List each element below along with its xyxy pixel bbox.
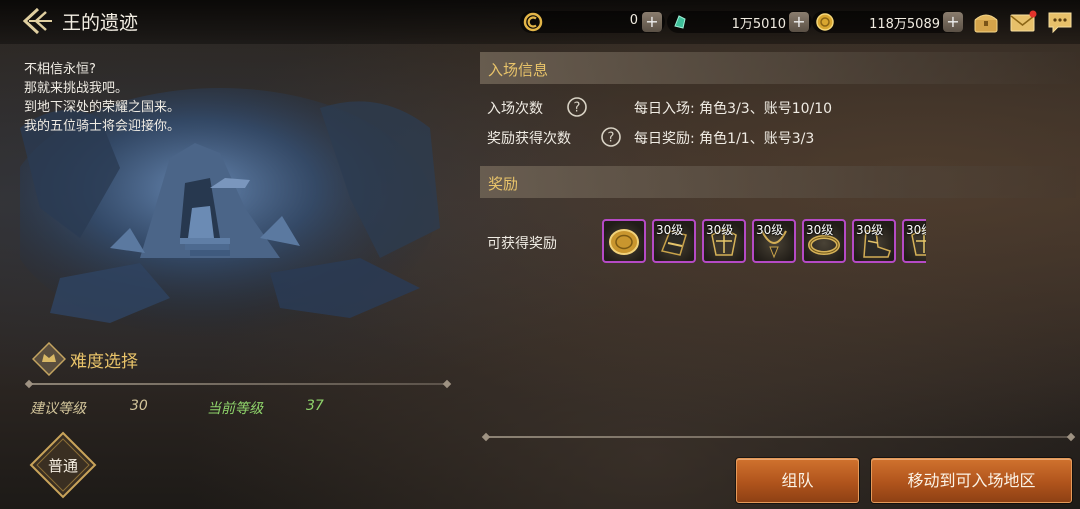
currency-c-coin-value: 0 xyxy=(629,13,638,28)
rewards-title: 奖励 xyxy=(488,175,519,193)
rewards-header xyxy=(480,166,1076,198)
reward-level: 30级 xyxy=(656,223,684,237)
green-gem-icon xyxy=(670,12,690,32)
difficulty-emblem-icon xyxy=(32,342,66,376)
entry-info-title: 入场信息 xyxy=(488,61,549,79)
team-button[interactable]: 组队 xyxy=(736,458,859,503)
entry-info-header xyxy=(480,52,1076,84)
reward-list: 30级 30级 30级 30级 30级 30级 xyxy=(602,219,926,265)
reward-item[interactable]: 30级 xyxy=(852,219,896,263)
divider xyxy=(28,383,448,385)
story-line: 我的五位骑士将会迎接你。 xyxy=(24,119,181,134)
reward-count-value: 每日奖励: 角色1/1、账号3/3 xyxy=(634,131,815,147)
add-gem-button[interactable]: + xyxy=(789,12,809,32)
reward-level: 30级 xyxy=(706,223,734,237)
back-arrow-icon[interactable] xyxy=(20,6,54,36)
currency-gem-value: 1万5010 xyxy=(731,17,786,32)
entry-count-label: 入场次数 xyxy=(487,101,543,117)
current-level-label: 当前等级 xyxy=(207,401,263,417)
recommended-level-label: 建议等级 xyxy=(30,401,86,417)
story-line: 那就来挑战我吧。 xyxy=(24,81,129,96)
reward-level: 30级 xyxy=(756,223,784,237)
move-to-entry-area-button[interactable]: 移动到可入场地区 xyxy=(871,458,1072,503)
story-line: 不相信永恒? xyxy=(24,62,96,77)
reward-item[interactable]: 30级 xyxy=(802,219,846,263)
reward-level: 30级 xyxy=(806,223,834,237)
recommended-level-value: 30 xyxy=(130,398,148,414)
reward-level: 30级 xyxy=(856,223,884,237)
mail-icon[interactable] xyxy=(1009,9,1037,35)
reward-count-label: 奖励获得次数 xyxy=(487,131,571,147)
reward-item[interactable]: 30级 xyxy=(902,219,926,263)
difficulty-mode-label: 普通 xyxy=(47,457,78,475)
entry-count-value: 每日入场: 角色3/3、账号10/10 xyxy=(634,101,833,117)
divider xyxy=(485,436,1072,438)
gold-coin-icon xyxy=(815,12,835,32)
svg-text:?: ? xyxy=(574,101,581,116)
add-gold-button[interactable]: + xyxy=(943,12,963,32)
treasure-chest-icon[interactable] xyxy=(972,9,1000,35)
question-mark-icon[interactable]: ? xyxy=(600,126,622,148)
available-rewards-label: 可获得奖励 xyxy=(487,236,557,252)
reward-item[interactable]: 30级 xyxy=(752,219,796,263)
gold-c-coin-icon xyxy=(523,12,543,32)
currency-gold-value: 118万5089 xyxy=(869,17,940,32)
svg-text:?: ? xyxy=(608,131,615,146)
current-level-value: 37 xyxy=(306,398,324,414)
difficulty-title: 难度选择 xyxy=(70,352,138,372)
story-line: 到地下深处的荣耀之国来。 xyxy=(24,100,181,115)
question-mark-icon[interactable]: ? xyxy=(566,96,588,118)
reward-level: 30级 xyxy=(906,223,926,237)
reward-item[interactable]: 30级 xyxy=(702,219,746,263)
reward-item[interactable] xyxy=(602,219,646,263)
chat-icon[interactable] xyxy=(1046,9,1074,35)
add-c-coin-button[interactable]: + xyxy=(642,12,662,32)
gold-coin-icon xyxy=(609,229,639,255)
page-title: 王的遗迹 xyxy=(62,12,139,34)
story-text: 不相信永恒? 那就来挑战我吧。 到地下深处的荣耀之国来。 我的五位骑士将会迎接你… xyxy=(24,60,180,136)
reward-item[interactable]: 30级 xyxy=(652,219,696,263)
